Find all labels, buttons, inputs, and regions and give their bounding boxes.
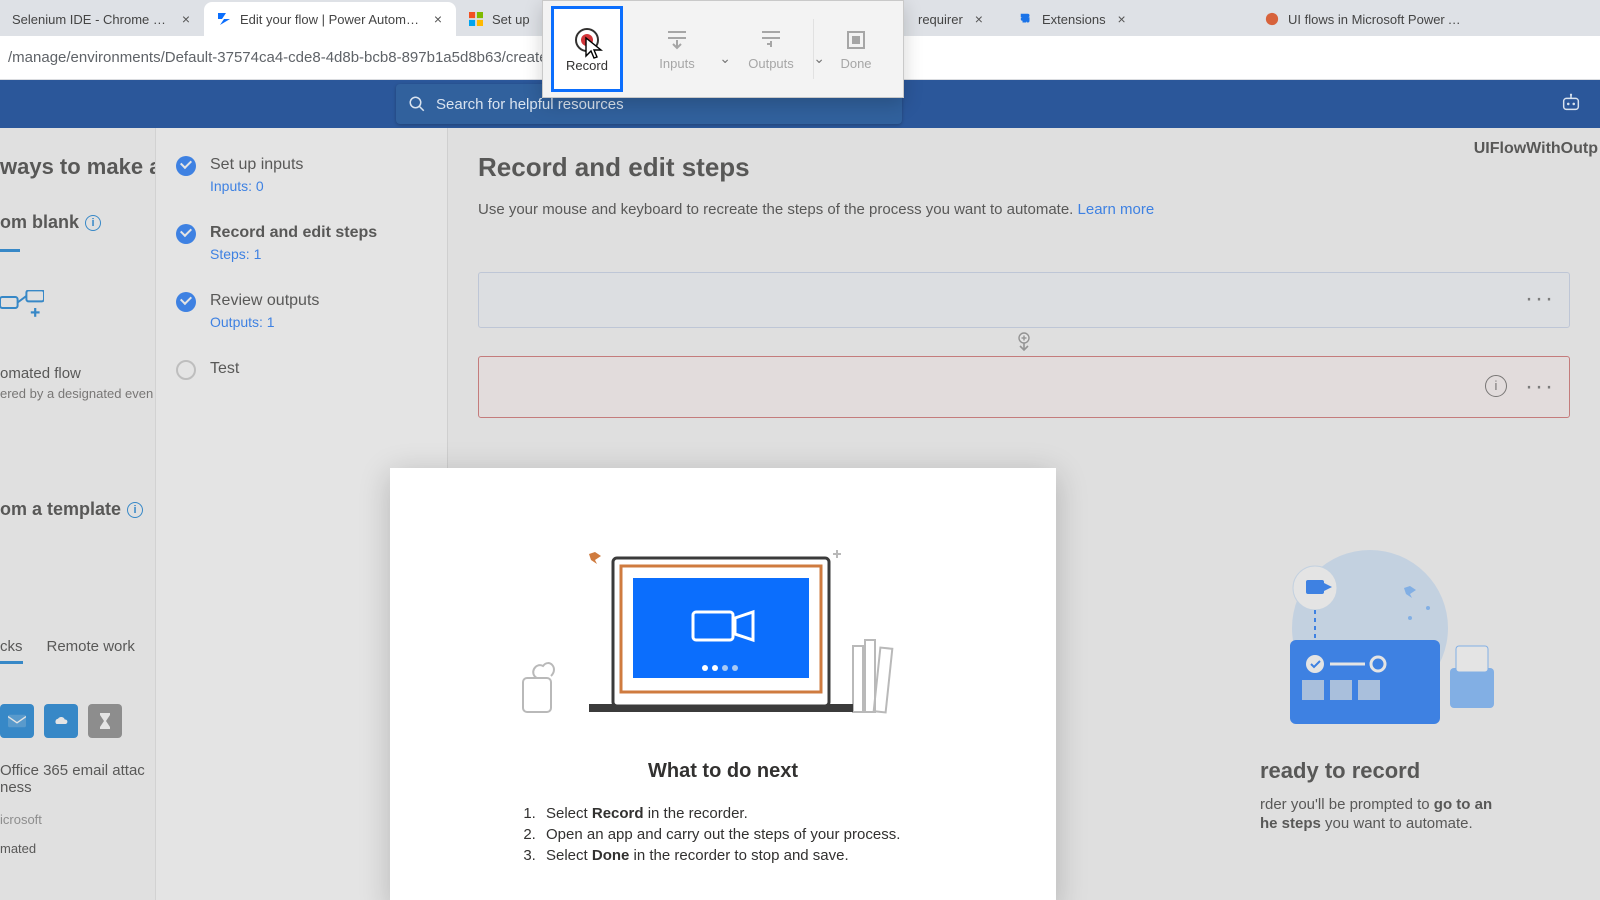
- tab-title: Extensions: [1042, 12, 1106, 27]
- powerautomate-icon: [216, 11, 232, 27]
- tab-title: Edit your flow | Power Automate: [240, 12, 422, 27]
- close-icon[interactable]: ×: [178, 11, 194, 27]
- close-icon[interactable]: ×: [430, 11, 446, 27]
- browser-tab[interactable]: UI flows in Microsoft Power Au: [1252, 2, 1472, 36]
- browser-tab[interactable]: Set up: [456, 2, 556, 36]
- outputs-label: Outputs: [748, 56, 794, 71]
- inputs-button[interactable]: Inputs ⌄: [641, 12, 713, 86]
- modal-step-2: Open an app and carry out the steps of y…: [540, 826, 1056, 843]
- browser-tab[interactable]: requirer ×: [906, 2, 1006, 36]
- chevron-down-icon[interactable]: ⌄: [719, 50, 731, 67]
- what-to-do-modal: What to do next Select Record in the rec…: [390, 468, 1056, 900]
- close-icon[interactable]: ×: [971, 11, 987, 27]
- inputs-icon: [664, 28, 690, 52]
- done-label: Done: [840, 56, 871, 71]
- tab-title: requirer: [918, 12, 963, 27]
- cursor-icon: [584, 36, 604, 62]
- browser-tab-active[interactable]: Edit your flow | Power Automate ×: [204, 2, 456, 36]
- tab-title: Selenium IDE - Chrome Web Stor: [12, 12, 170, 27]
- inputs-label: Inputs: [659, 56, 694, 71]
- tab-title: UI flows in Microsoft Power Au: [1288, 12, 1462, 27]
- modal-steps-list: Select Record in the recorder. Open an a…: [540, 805, 1056, 864]
- modal-title: What to do next: [390, 760, 1056, 783]
- toolbar-divider: [813, 19, 814, 79]
- done-button[interactable]: Done: [820, 12, 892, 86]
- outputs-icon: [758, 28, 784, 52]
- search-icon: [408, 95, 426, 113]
- microsoft-icon: [468, 11, 484, 27]
- tab-title: Set up: [492, 12, 530, 27]
- modal-step-3: Select Done in the recorder to stop and …: [540, 847, 1056, 864]
- browser-tab[interactable]: Selenium IDE - Chrome Web Stor ×: [0, 2, 204, 36]
- app-body: ways to make a fl om blank i omated flow…: [0, 128, 1600, 900]
- powerautomate-icon: [1264, 11, 1280, 27]
- modal-step-1: Select Record in the recorder.: [540, 805, 1056, 822]
- modal-backdrop: [0, 128, 448, 900]
- extension-icon: [1018, 11, 1034, 27]
- search-placeholder: Search for helpful resources: [436, 96, 624, 113]
- close-icon[interactable]: ×: [1114, 11, 1130, 27]
- stop-icon: [844, 28, 868, 52]
- modal-illustration: [390, 468, 1056, 718]
- browser-tab[interactable]: Extensions ×: [1006, 2, 1252, 36]
- outputs-button[interactable]: Outputs ⌄: [735, 12, 807, 86]
- bot-icon[interactable]: [1560, 92, 1582, 114]
